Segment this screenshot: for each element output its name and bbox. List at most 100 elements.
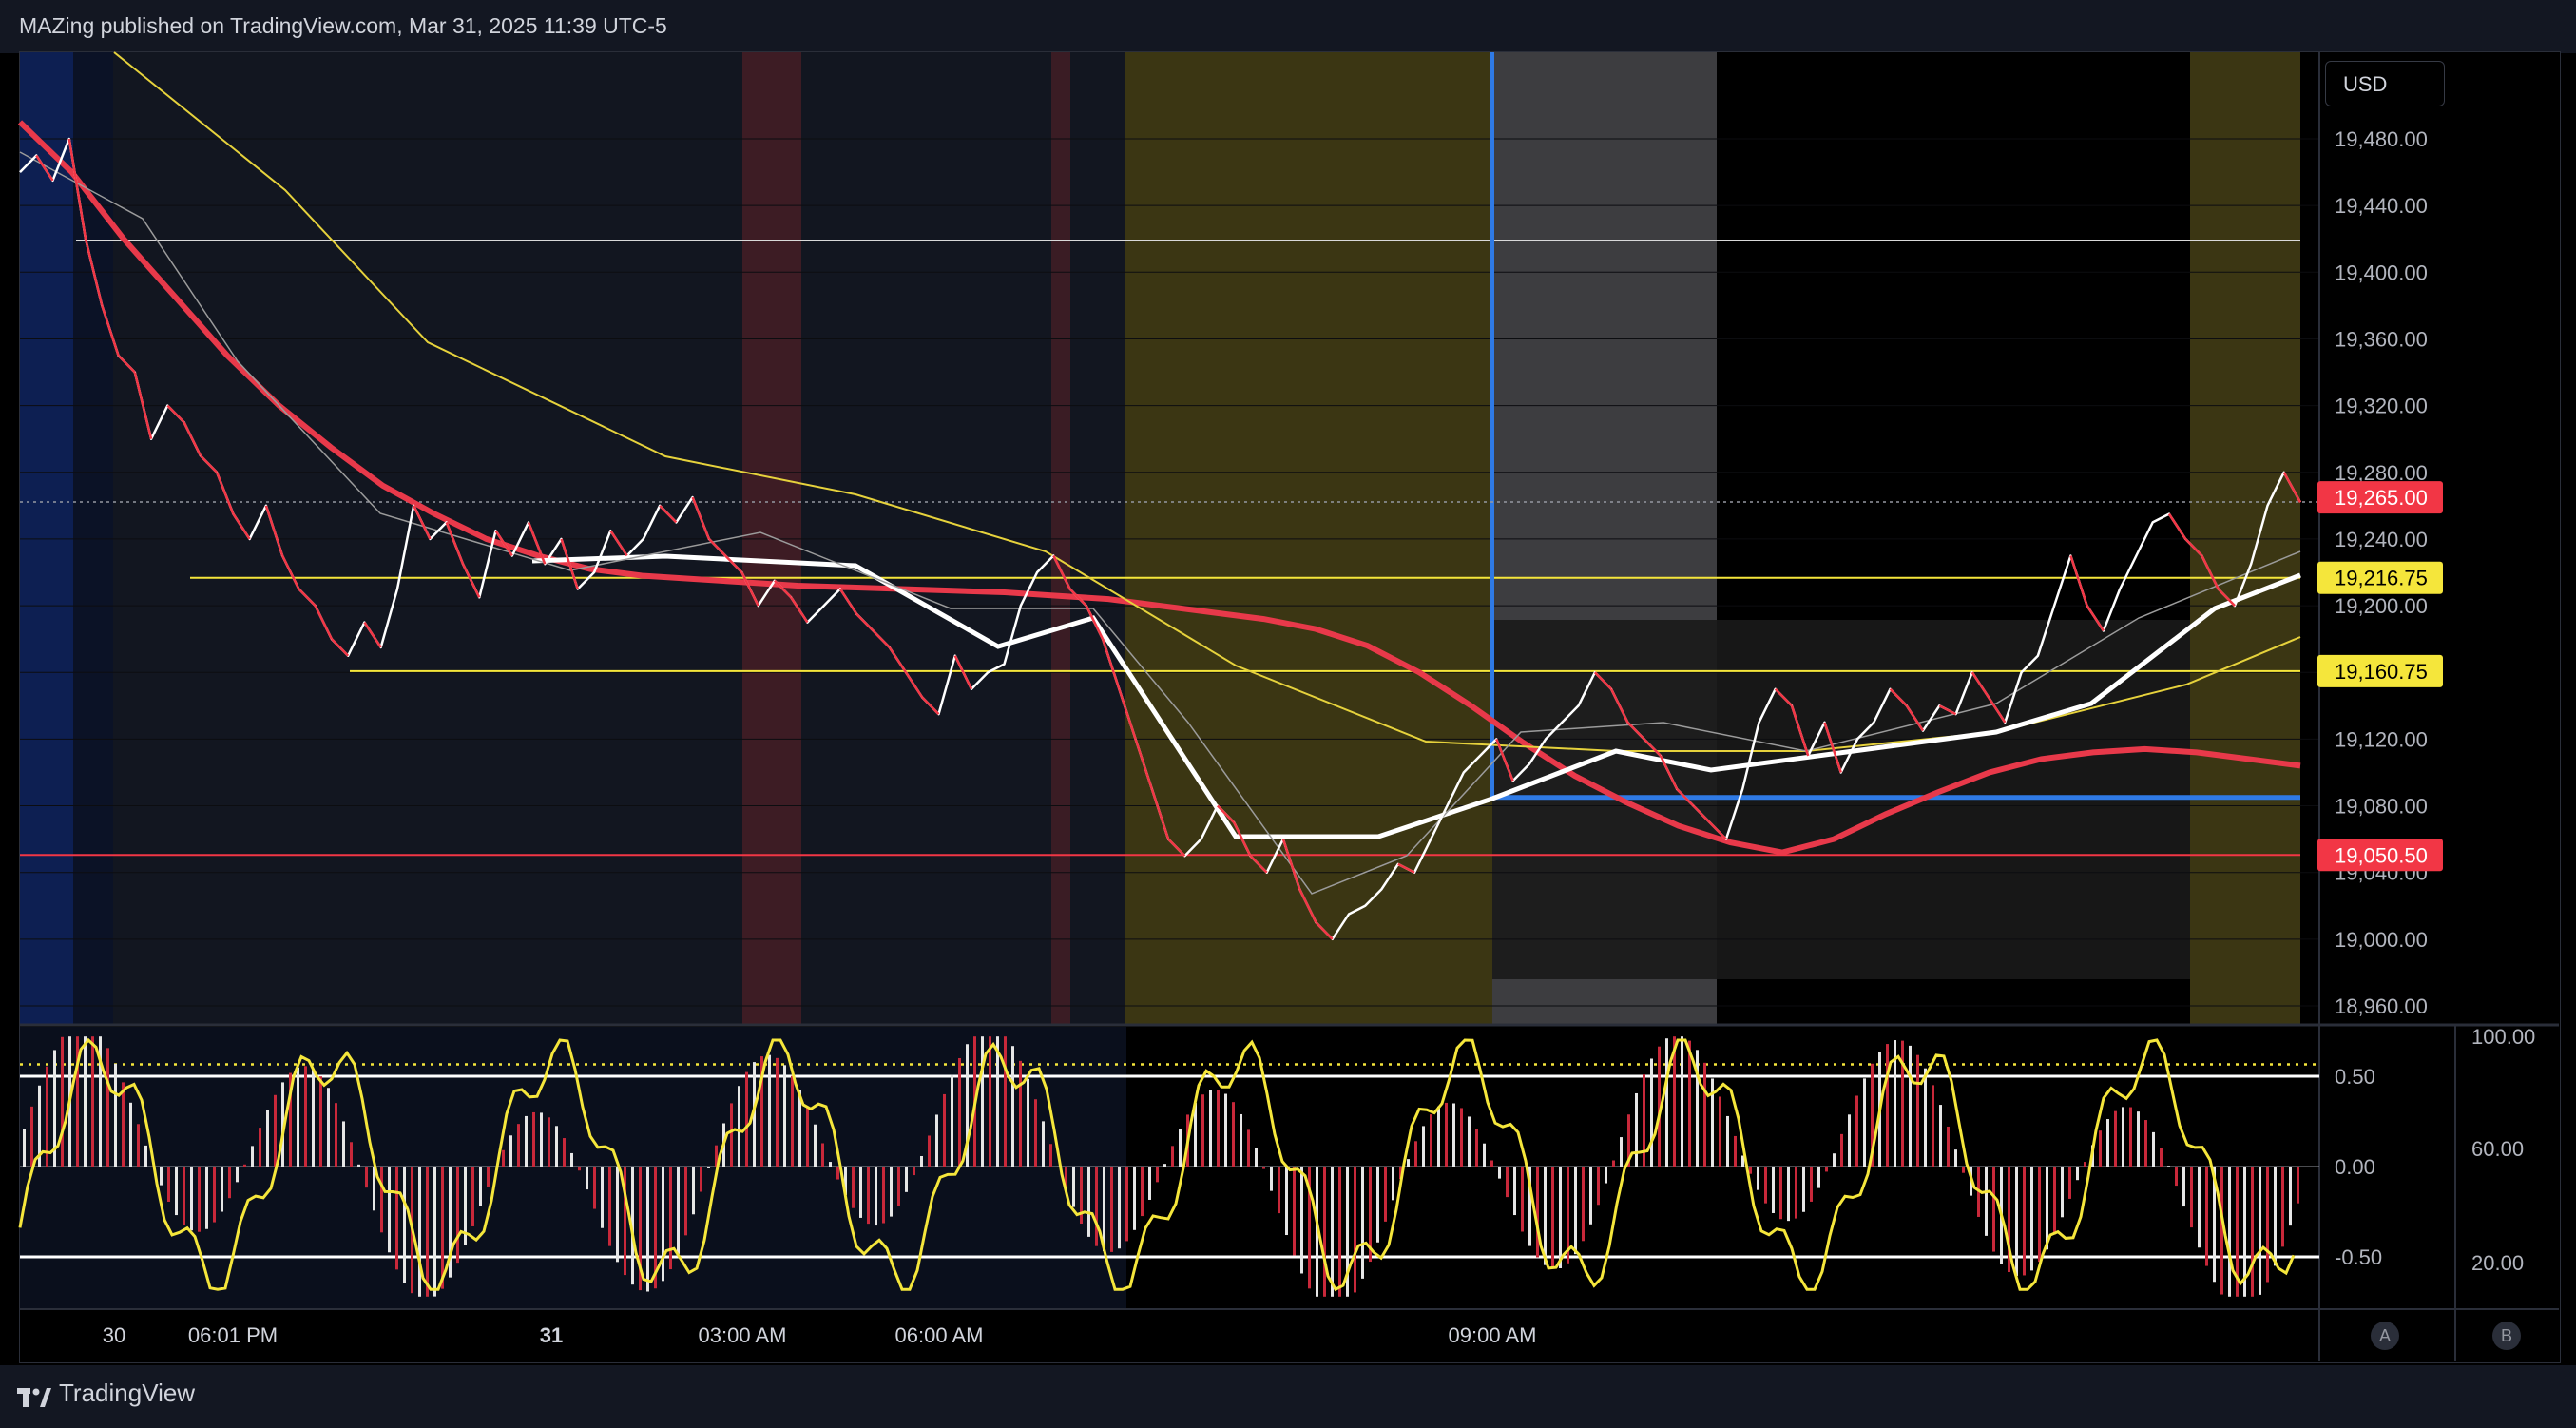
y-tick-label: 19,480.00 bbox=[2335, 127, 2428, 151]
histogram-bar bbox=[1217, 1090, 1220, 1167]
histogram-bar bbox=[228, 1167, 231, 1199]
histogram-bar bbox=[1726, 1115, 1729, 1167]
histogram-bar bbox=[525, 1115, 528, 1167]
histogram-bar bbox=[1110, 1167, 1113, 1252]
histogram-bar bbox=[1460, 1108, 1463, 1167]
histogram-bar bbox=[1582, 1167, 1585, 1242]
histogram-bar bbox=[2106, 1119, 2109, 1167]
histogram-bar bbox=[1513, 1167, 1516, 1216]
histogram-bar bbox=[221, 1167, 223, 1212]
x-tick-label: 30 bbox=[103, 1323, 125, 1347]
histogram-bar bbox=[509, 1135, 512, 1167]
histogram-bar bbox=[1719, 1096, 1721, 1167]
histogram-bar bbox=[274, 1094, 277, 1167]
histogram-bar bbox=[1201, 1094, 1204, 1167]
histogram-bar bbox=[1863, 1078, 1866, 1167]
histogram-bar bbox=[30, 1106, 33, 1167]
histogram-bar bbox=[1255, 1148, 1258, 1167]
histogram-bar bbox=[1011, 1046, 1014, 1167]
histogram-bar bbox=[1323, 1167, 1326, 1297]
auto-scale-button[interactable]: A bbox=[2371, 1322, 2399, 1350]
histogram-bar bbox=[890, 1167, 893, 1217]
histogram-bar bbox=[2281, 1167, 2284, 1247]
histogram-bar bbox=[1392, 1167, 1394, 1201]
histogram-bar bbox=[616, 1167, 619, 1263]
y-tick-label: 19,320.00 bbox=[2335, 395, 2428, 418]
histogram-bar bbox=[190, 1167, 193, 1231]
histogram-bar bbox=[1103, 1167, 1105, 1252]
histogram-bar bbox=[1992, 1167, 1995, 1252]
histogram-bar bbox=[875, 1167, 877, 1226]
histogram-bar bbox=[84, 1036, 87, 1167]
histogram-bar bbox=[2198, 1167, 2201, 1248]
histogram-bar bbox=[662, 1167, 664, 1282]
histogram-bar bbox=[1232, 1102, 1235, 1167]
histogram-bar bbox=[1825, 1167, 1828, 1172]
histogram-bar bbox=[1087, 1167, 1090, 1237]
histogram-bar bbox=[646, 1167, 649, 1292]
histogram-bar bbox=[1262, 1167, 1265, 1169]
y-tick-label: 19,240.00 bbox=[2335, 528, 2428, 551]
histogram-bar bbox=[1650, 1058, 1653, 1167]
price-chart[interactable]: 19,480.00 19,440.00 19,400.00 19,360.00 19,3… bbox=[0, 0, 2576, 1428]
histogram-bar bbox=[897, 1167, 900, 1206]
histogram-bar bbox=[1620, 1137, 1623, 1167]
histogram-bar bbox=[479, 1167, 482, 1206]
histogram-bar bbox=[1331, 1167, 1334, 1297]
histogram-bar bbox=[1688, 1040, 1691, 1167]
histogram-bar bbox=[1802, 1167, 1805, 1212]
histogram-bar bbox=[1445, 1102, 1448, 1167]
histogram-bar bbox=[1179, 1129, 1182, 1167]
histogram-bar bbox=[2129, 1107, 2132, 1167]
histogram-bar bbox=[144, 1145, 147, 1167]
histogram-bar bbox=[2259, 1167, 2261, 1295]
histogram-bar bbox=[1665, 1038, 1668, 1167]
histogram-bar bbox=[1338, 1167, 1341, 1297]
osc-tick-label: -0.50 bbox=[2335, 1245, 2382, 1269]
osc-tick-label: 0.50 bbox=[2335, 1065, 2375, 1089]
histogram-bar bbox=[1019, 1060, 1022, 1167]
histogram-bar bbox=[1817, 1167, 1820, 1188]
b-button[interactable]: B bbox=[2492, 1322, 2521, 1350]
histogram-bar bbox=[1437, 1106, 1440, 1167]
histogram-bar bbox=[487, 1167, 490, 1187]
histogram-bar bbox=[989, 1036, 991, 1167]
histogram-bar bbox=[304, 1066, 307, 1167]
y-tick-label: 19,440.00 bbox=[2335, 194, 2428, 218]
histogram-bar bbox=[1703, 1062, 1706, 1167]
histogram-bar bbox=[1734, 1135, 1737, 1167]
histogram-bar bbox=[1810, 1167, 1813, 1202]
oscillator-pane bbox=[18, 1036, 2319, 1297]
histogram-bar bbox=[122, 1082, 125, 1167]
histogram-bar bbox=[1962, 1167, 1965, 1173]
histogram-bar bbox=[1947, 1126, 1950, 1167]
histogram-bar bbox=[1848, 1114, 1851, 1167]
histogram-bar bbox=[951, 1074, 953, 1167]
histogram-bar bbox=[601, 1167, 604, 1228]
histogram-bar bbox=[2152, 1131, 2155, 1167]
histogram-bar bbox=[707, 1167, 710, 1168]
histogram-bar bbox=[2061, 1167, 2064, 1218]
histogram-bar bbox=[2076, 1167, 2079, 1181]
histogram-bar bbox=[981, 1036, 984, 1167]
histogram-bar bbox=[958, 1057, 961, 1167]
y-tick-label: 19,080.00 bbox=[2335, 795, 2428, 819]
histogram-bar bbox=[1597, 1167, 1600, 1206]
histogram-bar bbox=[2144, 1120, 2147, 1167]
histogram-bar bbox=[943, 1093, 946, 1167]
histogram-bar bbox=[342, 1121, 345, 1167]
histogram-bar bbox=[1840, 1133, 1843, 1167]
tradingview-icon bbox=[17, 1384, 51, 1407]
histogram-bar bbox=[1042, 1121, 1045, 1167]
histogram-bar bbox=[1027, 1078, 1029, 1167]
currency-selector[interactable]: USD bbox=[2325, 61, 2445, 106]
histogram-bar bbox=[859, 1167, 862, 1218]
histogram-bar bbox=[852, 1167, 855, 1208]
histogram-bar bbox=[1354, 1167, 1356, 1293]
histogram-bar bbox=[395, 1167, 398, 1270]
histogram-bar bbox=[593, 1167, 596, 1209]
histogram-bar bbox=[365, 1167, 368, 1188]
histogram-bar bbox=[1407, 1159, 1410, 1167]
tradingview-brand: TradingView bbox=[59, 1379, 196, 1407]
histogram-bar bbox=[243, 1164, 246, 1167]
